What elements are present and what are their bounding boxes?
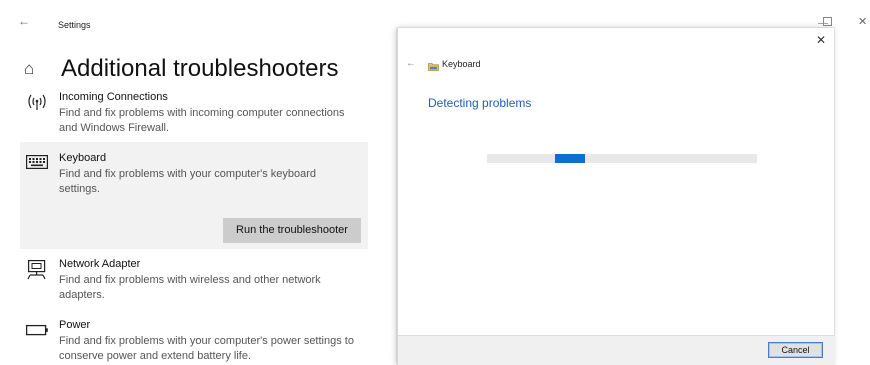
home-icon: ⌂ [24,59,35,78]
dialog-status-heading: Detecting problems [428,96,532,110]
back-arrow-icon[interactable]: ← [18,15,30,27]
troubleshooter-item-incoming-connections[interactable]: Incoming Connections Find and fix proble… [20,91,368,137]
maximize-button[interactable] [823,17,832,26]
incoming-connections-icon [26,93,48,111]
troubleshooter-item-keyboard[interactable]: Keyboard Find and fix problems with your… [20,142,368,249]
item-description: Find and fix problems with incoming comp… [59,107,345,134]
troubleshooter-dialog: ✕ ← Keyboard Detecting problems Cancel [397,28,835,365]
dialog-title: Keyboard [442,59,481,69]
dialog-close-icon[interactable]: ✕ [816,34,826,46]
item-title: Power [59,319,91,331]
dialog-back-arrow-icon[interactable]: ← [406,59,416,69]
troubleshooter-item-network-adapter[interactable]: Network Adapter Find and fix problems wi… [20,258,368,308]
troubleshooter-folder-icon [428,58,439,71]
page-title: Additional troubleshooters [61,55,339,82]
progress-indicator [555,154,585,163]
item-title: Keyboard [59,152,107,164]
item-description: Find and fix problems with wireless and … [59,274,321,301]
power-icon [25,321,48,339]
dialog-footer: Cancel [398,335,835,365]
item-title: Incoming Connections [59,91,168,103]
close-button[interactable]: ✕ [858,16,867,28]
run-troubleshooter-button[interactable]: Run the troubleshooter [223,218,361,243]
network-adapter-icon [26,260,48,280]
progress-bar [487,154,757,163]
cancel-button[interactable]: Cancel [768,342,823,358]
item-description: Find and fix problems with your computer… [59,335,354,362]
troubleshooter-item-power[interactable]: Power Find and fix problems with your co… [20,319,368,365]
keyboard-icon [26,155,48,173]
app-title: Settings [58,20,91,30]
item-title: Network Adapter [59,258,141,270]
item-description: Find and fix problems with your computer… [59,168,317,195]
